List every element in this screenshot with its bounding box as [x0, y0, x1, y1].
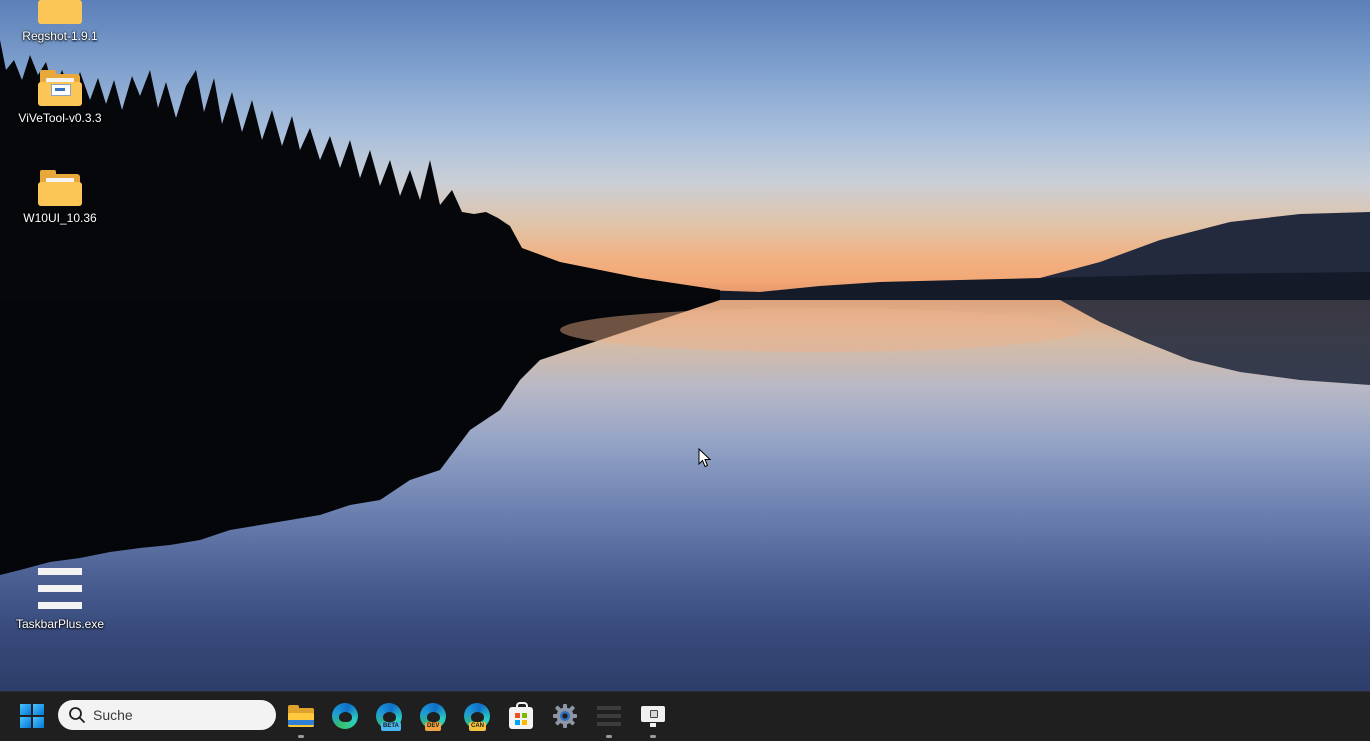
taskbarplus-icon	[597, 704, 621, 728]
edge-canary-badge: CAN	[469, 722, 486, 731]
search-box[interactable]: Suche	[58, 700, 276, 730]
windows-logo-icon	[20, 704, 44, 728]
store-icon	[509, 702, 533, 729]
wallpaper-silhouette	[0, 40, 1370, 575]
desktop-icon-label: Regshot-1.9.1	[22, 29, 98, 43]
taskbar-edge[interactable]	[324, 695, 366, 737]
running-indicator	[606, 735, 612, 738]
running-indicator	[650, 735, 656, 738]
folder-icon	[288, 705, 314, 727]
desktop-icon-taskbarplus[interactable]: TaskbarPlus.exe	[12, 566, 108, 631]
taskbar-edge-beta[interactable]: BETA	[368, 695, 410, 737]
start-button[interactable]	[11, 695, 53, 737]
taskbar-edge-dev[interactable]: DEV	[412, 695, 454, 737]
folder-icon	[38, 70, 82, 106]
taskbar-file-explorer[interactable]	[280, 695, 322, 738]
folder-icon	[38, 170, 82, 206]
folder-icon	[38, 0, 82, 24]
taskbar-taskbarplus[interactable]	[588, 695, 630, 738]
desktop-icon-label: W10UI_10.36	[23, 211, 97, 225]
taskbar: Suche BETA DEV CAN	[0, 691, 1370, 741]
taskbarplus-icon	[38, 566, 82, 610]
gear-icon	[553, 704, 577, 728]
edge-beta-badge: BETA	[381, 722, 401, 731]
taskbar-store[interactable]	[500, 695, 542, 737]
taskbar-monitor-app[interactable]	[632, 695, 674, 738]
search-placeholder: Suche	[93, 707, 133, 723]
desktop-icon-label: TaskbarPlus.exe	[15, 617, 105, 631]
mouse-cursor-icon	[698, 448, 712, 468]
edge-dev-badge: DEV	[425, 722, 442, 731]
desktop-wallpaper	[0, 0, 1370, 691]
taskbar-settings[interactable]	[544, 695, 586, 737]
desktop-icon-vivetool[interactable]: ViVeTool-v0.3.3	[12, 70, 108, 125]
desktop-icon-label: ViVeTool-v0.3.3	[18, 111, 102, 125]
desktop-icon-w10ui[interactable]: W10UI_10.36	[12, 170, 108, 225]
search-icon	[69, 707, 85, 723]
running-indicator	[298, 735, 304, 738]
edge-icon	[332, 703, 358, 729]
desktop-icon-regshot[interactable]: Regshot-1.9.1	[12, 0, 108, 43]
taskbar-edge-canary[interactable]: CAN	[456, 695, 498, 737]
monitor-icon	[641, 706, 665, 727]
